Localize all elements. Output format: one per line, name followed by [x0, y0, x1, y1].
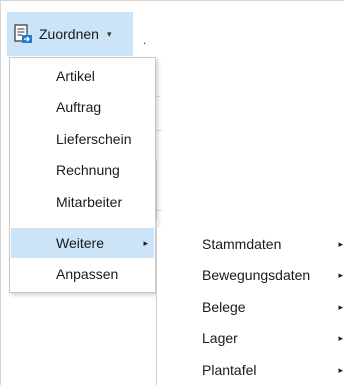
zuordnen-menu: Artikel Auftrag Lieferschein Rechnung Mi… [9, 57, 156, 293]
submenu-item-label: Bewegungsdaten [202, 267, 311, 283]
submenu-item-belege[interactable]: Belege ▸ [157, 292, 344, 322]
menu-item-label: Anpassen [56, 266, 119, 282]
chevron-right-icon: ▸ [338, 364, 343, 375]
window-left-border [0, 0, 1, 385]
chevron-right-icon: ▸ [338, 269, 343, 280]
menu-item-label: Mitarbeiter [56, 194, 123, 210]
window-top-border [0, 0, 344, 1]
assign-document-icon [13, 24, 33, 44]
menu-item-rechnung[interactable]: Rechnung [11, 155, 154, 185]
menu-item-artikel[interactable]: Artikel [11, 61, 154, 91]
menu-item-label: Lieferschein [56, 131, 132, 147]
submenu-item-bewegungsdaten[interactable]: Bewegungsdaten ▸ [157, 260, 344, 290]
submenu-item-lager[interactable]: Lager ▸ [157, 323, 344, 353]
menu-item-lieferschein[interactable]: Lieferschein [11, 124, 154, 154]
submenu-item-label: Lager [202, 330, 238, 346]
zuordnen-label: Zuordnen [39, 26, 99, 42]
toolbar-dot: . [143, 33, 147, 47]
menu-item-label: Weitere [56, 235, 104, 251]
menu-item-label: Rechnung [56, 162, 120, 178]
weitere-submenu: Stammdaten ▸ Bewegungsdaten ▸ Belege ▸ L… [156, 227, 344, 385]
submenu-item-label: Stammdaten [202, 236, 282, 252]
menu-item-mitarbeiter[interactable]: Mitarbeiter [11, 187, 154, 217]
menu-item-anpassen[interactable]: Anpassen [11, 259, 154, 289]
chevron-right-icon: ▸ [338, 301, 343, 312]
chevron-right-icon: ▸ [143, 237, 148, 248]
submenu-item-plantafel[interactable]: Plantafel ▸ [157, 355, 344, 385]
menu-item-weitere[interactable]: Weitere ▸ [11, 228, 154, 258]
zuordnen-dropdown-button[interactable]: Zuordnen ▾ [7, 12, 133, 56]
submenu-item-stammdaten[interactable]: Stammdaten ▸ [157, 229, 344, 259]
chevron-down-icon: ▾ [106, 28, 112, 39]
menu-item-auftrag[interactable]: Auftrag [11, 92, 154, 122]
chevron-right-icon: ▸ [338, 332, 343, 343]
menu-item-label: Auftrag [56, 99, 102, 115]
submenu-item-label: Plantafel [202, 362, 257, 378]
chevron-right-icon: ▸ [338, 238, 343, 249]
menu-item-label: Artikel [56, 68, 95, 84]
submenu-item-label: Belege [202, 299, 246, 315]
